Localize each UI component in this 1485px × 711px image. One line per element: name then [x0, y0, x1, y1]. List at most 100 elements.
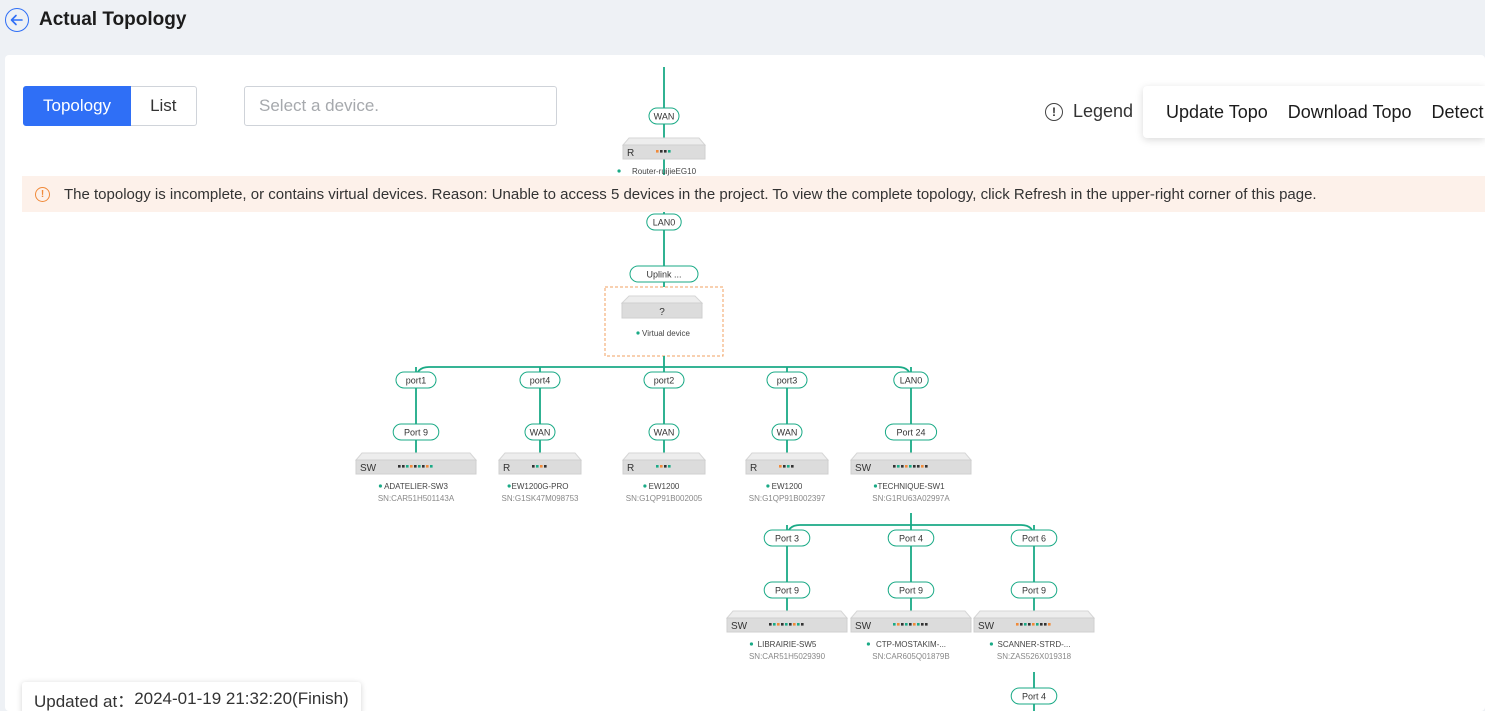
port-badge: WAN	[771, 423, 803, 441]
download-topo-button[interactable]: Download Topo	[1288, 102, 1412, 123]
device-name: Router-ruijieEG10	[632, 167, 697, 176]
port-label: Port 3	[775, 534, 799, 544]
port-led	[1032, 623, 1035, 626]
update-topo-button[interactable]: Update Topo	[1166, 102, 1268, 123]
port-led	[793, 623, 796, 626]
device-type-label: SW	[855, 621, 872, 632]
device-top	[744, 452, 830, 461]
device-node[interactable]: R EW1200 SN:G1QP91B002005	[621, 452, 707, 503]
device-node[interactable]: R EW1200 SN:G1QP91B002397	[744, 452, 830, 503]
device-type-label: SW	[360, 463, 377, 474]
tab-list[interactable]: List	[131, 86, 197, 126]
detect-button[interactable]: Detect I	[1432, 102, 1485, 123]
port-led	[1036, 623, 1039, 626]
device-node[interactable]: SW LIBRAIRIE-SW5 SN:CAR51H5029390	[725, 610, 849, 661]
port-led	[540, 465, 543, 468]
device-type-label: R	[503, 463, 510, 474]
port-led	[773, 623, 776, 626]
device-top	[972, 610, 1096, 619]
port-led	[406, 465, 409, 468]
port-led	[801, 623, 804, 626]
port-led	[901, 623, 904, 626]
device-serial: SN:CAR51H501143A	[378, 494, 455, 503]
port-led	[1028, 623, 1031, 626]
page-header: Actual Topology	[0, 0, 1485, 42]
updated-at-status: Updated at： 2024-01-19 21:32:20(Finish)	[22, 682, 361, 711]
port-label: Port 9	[1022, 586, 1046, 596]
device-top	[354, 452, 478, 461]
back-arrow-icon[interactable]	[5, 8, 29, 32]
device-select-input[interactable]	[244, 86, 557, 126]
device-serial: SN:ZAS526X019318	[997, 652, 1072, 661]
device-type-label: R	[627, 463, 634, 474]
port-led	[909, 465, 912, 468]
port-led	[769, 623, 772, 626]
device-type-label: R	[750, 463, 757, 474]
port-led	[418, 465, 421, 468]
port-label: WAN	[654, 428, 675, 438]
port-label: Port 9	[404, 428, 428, 438]
updated-at-value: 2024-01-19 21:32:20(Finish)	[134, 689, 349, 708]
online-status-dot	[766, 484, 770, 488]
device-type-label: SW	[855, 463, 872, 474]
port-badge: Port 24	[884, 423, 938, 441]
port-led	[1040, 623, 1043, 626]
device-top	[725, 610, 849, 619]
device-node[interactable]: REW1200G-PRO SN:G1SK47M098753	[497, 452, 583, 503]
virtual-device-node[interactable]: ? Virtual device	[604, 286, 724, 357]
online-status-dot	[617, 169, 621, 173]
device-serial: SN:G1RU63A02997A	[872, 494, 950, 503]
port-led	[893, 465, 896, 468]
topology-diagram[interactable]: WAN R Router-ruijieEG10 LAN0 Uplink ...? Virt…	[5, 55, 1485, 711]
port-badge: Port 9	[887, 581, 935, 599]
device-node[interactable]: SWSCANNER-STRD-... SN:ZAS526X019318	[972, 610, 1096, 661]
port-led	[664, 465, 667, 468]
warning-icon: !	[35, 186, 50, 202]
port-led	[1016, 623, 1019, 626]
port-label: Uplink ...	[646, 270, 681, 280]
port-label: port3	[777, 376, 798, 386]
port-badge: port2	[643, 371, 685, 389]
device-name: EW1200	[772, 482, 803, 491]
port-badge-lan0: LAN0	[646, 213, 682, 231]
port-led	[668, 150, 671, 153]
port-led	[897, 465, 900, 468]
port-badge: Port 4	[1010, 687, 1058, 705]
port-led	[791, 465, 794, 468]
port-led	[783, 465, 786, 468]
port-badge: LAN0	[893, 371, 929, 389]
port-badge: Port 9	[392, 423, 440, 441]
port-led	[656, 150, 659, 153]
topology-canvas[interactable]: WAN R Router-ruijieEG10 LAN0 Uplink ...? Virt…	[5, 55, 1485, 711]
device-type-label: SW	[978, 621, 995, 632]
port-label: WAN	[654, 112, 675, 122]
device-node[interactable]: SW ADATELIER-SW3 SN:CAR51H501143A	[354, 452, 478, 503]
port-badge: WAN	[648, 423, 680, 441]
tab-topology[interactable]: Topology	[23, 86, 132, 126]
port-led	[544, 465, 547, 468]
device-name: TECHNIQUE-SW1	[877, 482, 945, 491]
port-badge-uplink: Uplink ...	[629, 265, 699, 283]
port-led	[398, 465, 401, 468]
device-node[interactable]: R Router-ruijieEG10	[617, 137, 707, 176]
port-badge: Port 4	[887, 529, 935, 547]
device-node[interactable]: SW TECHNIQUE-SW1 SN:G1RU63A02997A	[849, 452, 973, 503]
port-led	[414, 465, 417, 468]
device-top	[620, 295, 704, 304]
port-led	[656, 465, 659, 468]
port-led	[410, 465, 413, 468]
port-badge-wan: WAN	[648, 107, 680, 125]
port-led	[402, 465, 405, 468]
port-led	[779, 465, 782, 468]
device-name: EW1200	[649, 482, 680, 491]
device-node[interactable]: SW CTP-MOSTAKIM-... SN:CAR605Q01879B	[849, 610, 973, 661]
port-label: Port 9	[775, 586, 799, 596]
device-serial: SN:G1SK47M098753	[502, 494, 579, 503]
port-label: LAN0	[653, 218, 676, 228]
port-led	[925, 465, 928, 468]
legend-button[interactable]: ! Legend	[1045, 101, 1133, 122]
port-led	[917, 465, 920, 468]
port-label: port1	[406, 376, 427, 386]
port-led	[660, 465, 663, 468]
port-label: WAN	[530, 428, 551, 438]
